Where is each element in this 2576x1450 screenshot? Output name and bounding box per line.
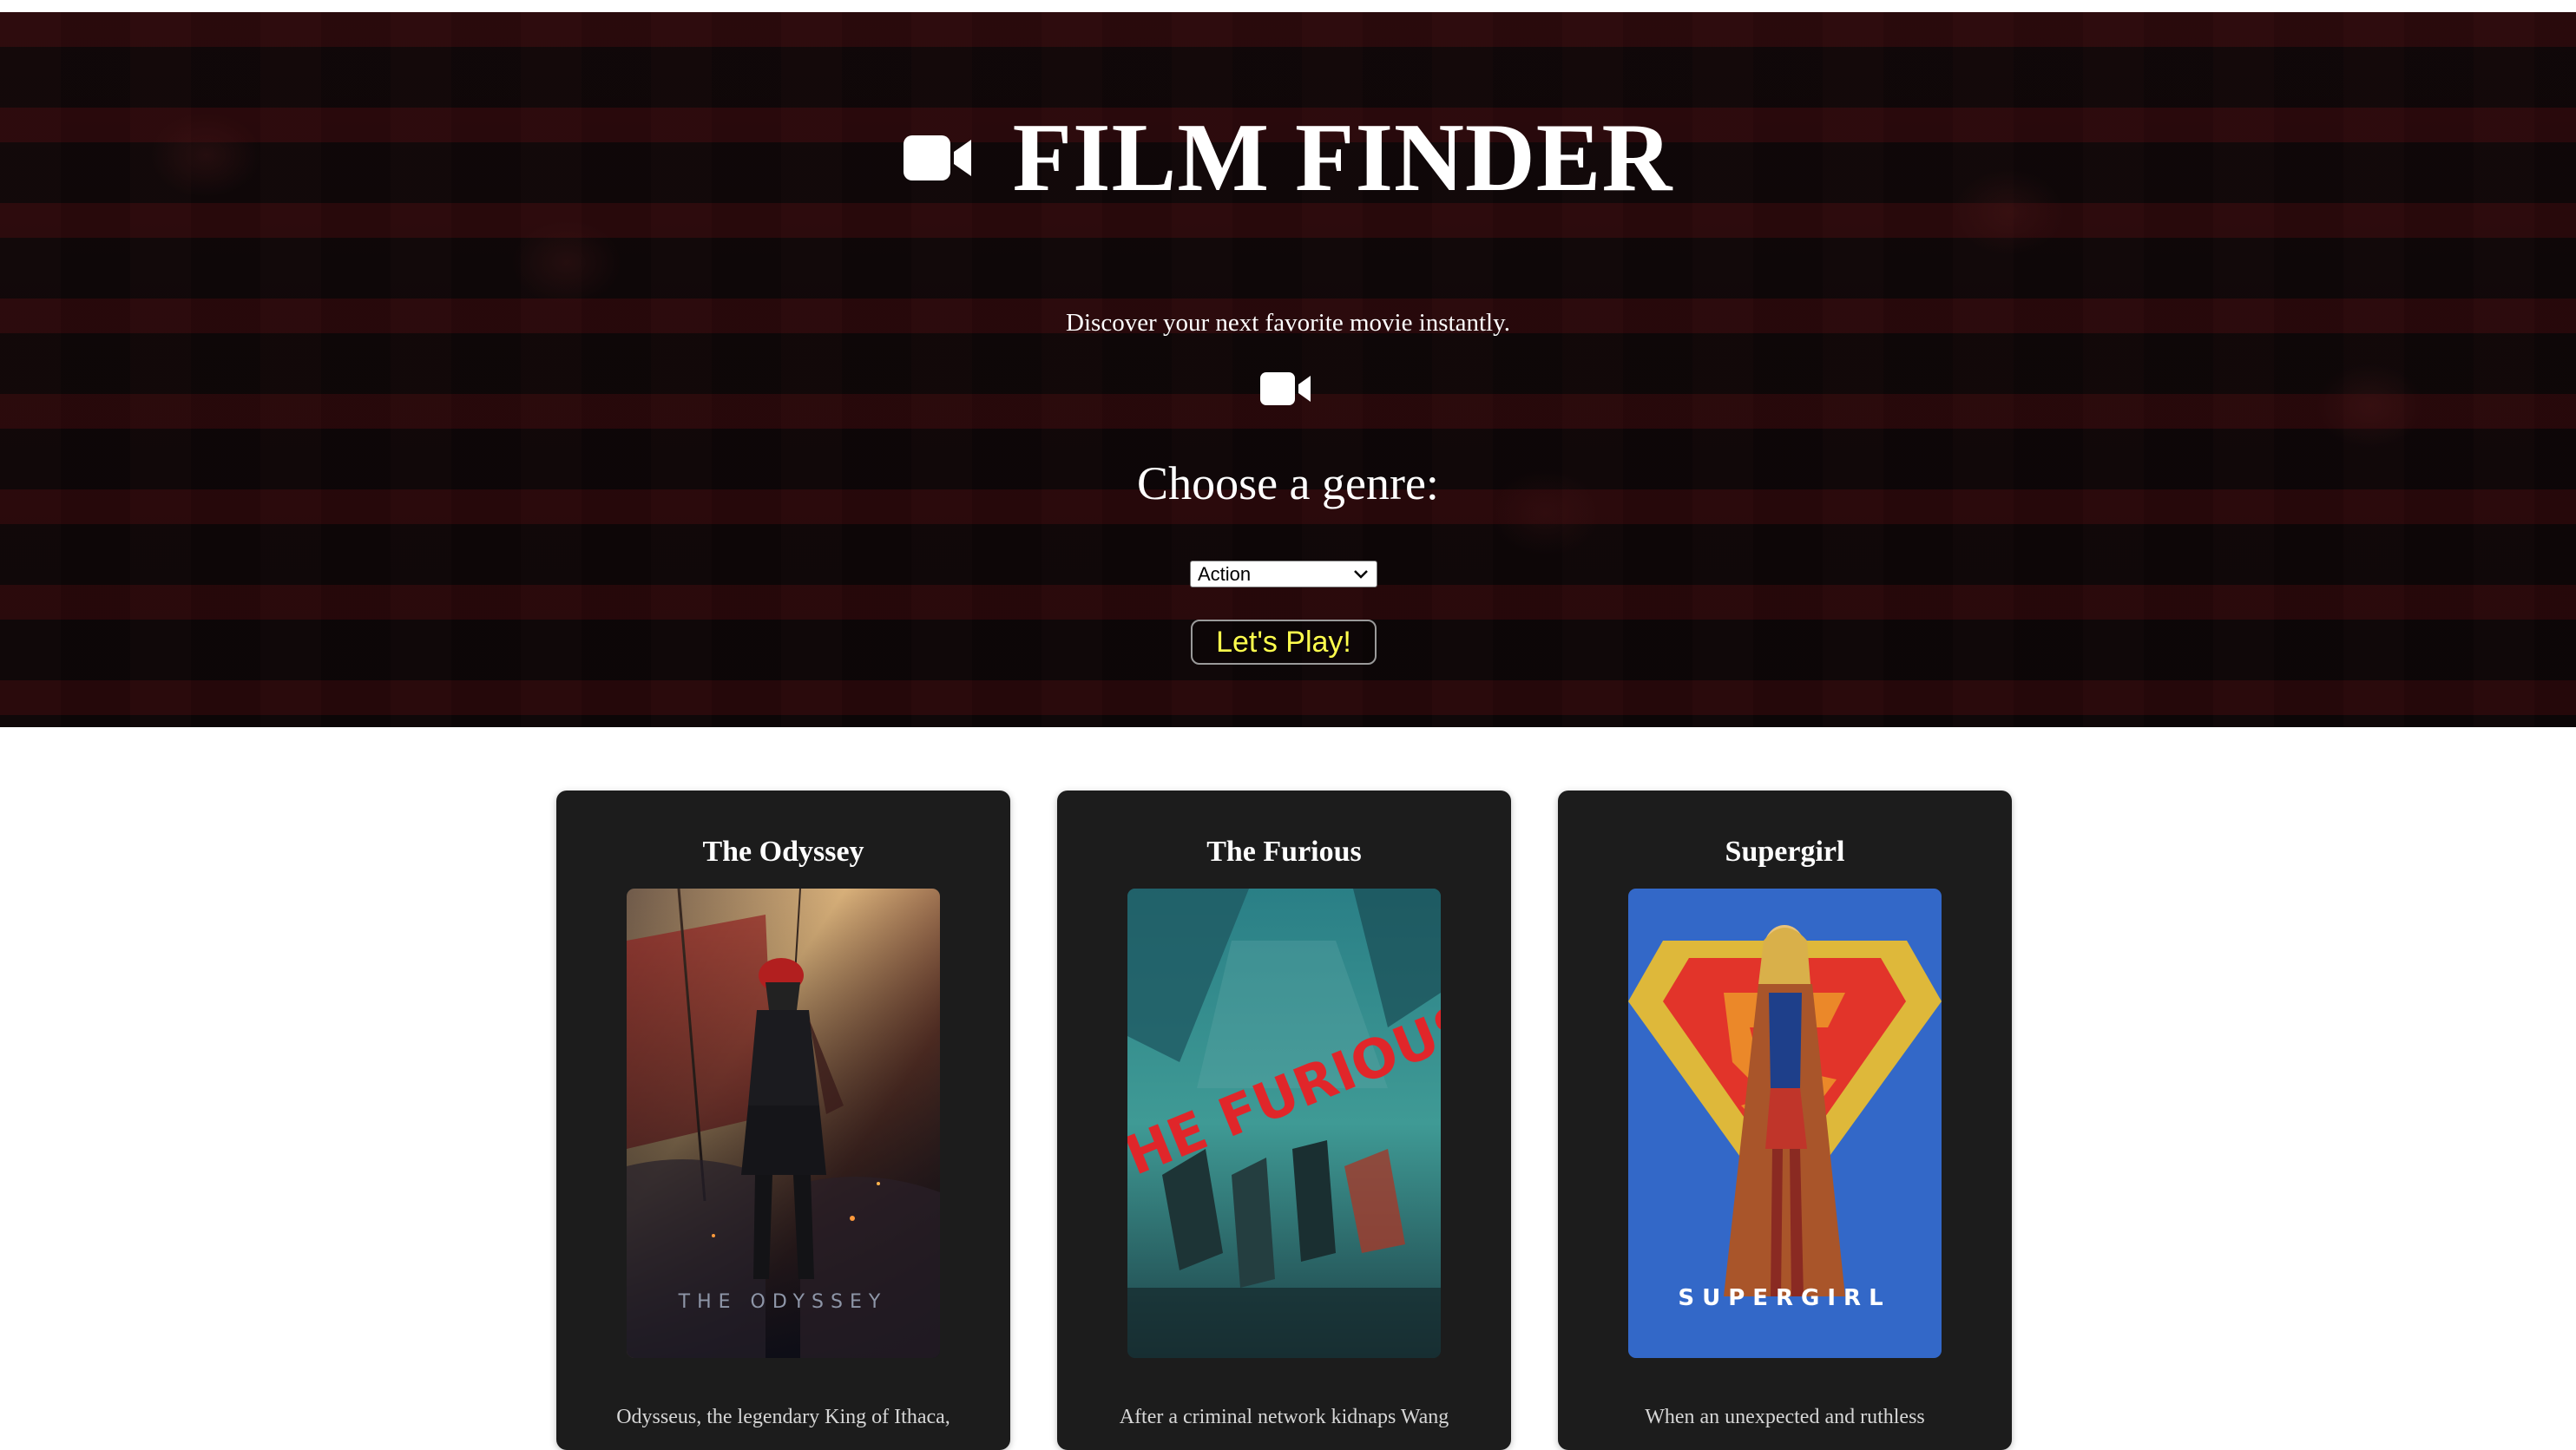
- lets-play-button[interactable]: Let's Play!: [1191, 620, 1377, 665]
- genre-select-value: Action: [1198, 562, 1252, 585]
- movie-poster[interactable]: THE ODYSSEY: [627, 889, 940, 1358]
- video-camera-icon: [903, 133, 973, 183]
- tagline: Discover your next favorite movie instan…: [1066, 309, 1510, 337]
- chevron-down-icon: [1352, 568, 1370, 581]
- title-row: FILM FINDER: [0, 109, 2576, 207]
- movie-title: The Furious: [1206, 836, 1362, 868]
- hero-banner: FILM FINDER Discover your next favorite …: [0, 12, 2576, 727]
- movie-card-list: The Odyssey THE ODYSSEY Odysseus, the le…: [556, 791, 2012, 1450]
- movie-title: The Odyssey: [702, 836, 864, 868]
- movie-poster[interactable]: THE FURIOUS: [1127, 889, 1441, 1358]
- poster-text: SUPERGIRL: [1678, 1285, 1890, 1311]
- genre-label: Choose a genre:: [1137, 457, 1439, 509]
- video-camera-icon: [1260, 371, 1312, 411]
- movie-card[interactable]: The Furious THE FURIOUS After a criminal…: [1057, 791, 1511, 1450]
- movie-card[interactable]: The Odyssey THE ODYSSEY Odysseus, the le…: [556, 791, 1010, 1450]
- genre-select[interactable]: Action: [1190, 561, 1377, 587]
- movie-card[interactable]: Supergirl SUPERGIRL When an unexpected a…: [1558, 791, 2012, 1450]
- poster-text: THE ODYSSEY: [678, 1291, 888, 1313]
- movie-poster[interactable]: SUPERGIRL: [1628, 889, 1942, 1358]
- hero-content: FILM FINDER Discover your next favorite …: [0, 12, 2576, 727]
- site-title: FILM FINDER: [1012, 104, 1673, 212]
- movie-title: Supergirl: [1725, 836, 1845, 868]
